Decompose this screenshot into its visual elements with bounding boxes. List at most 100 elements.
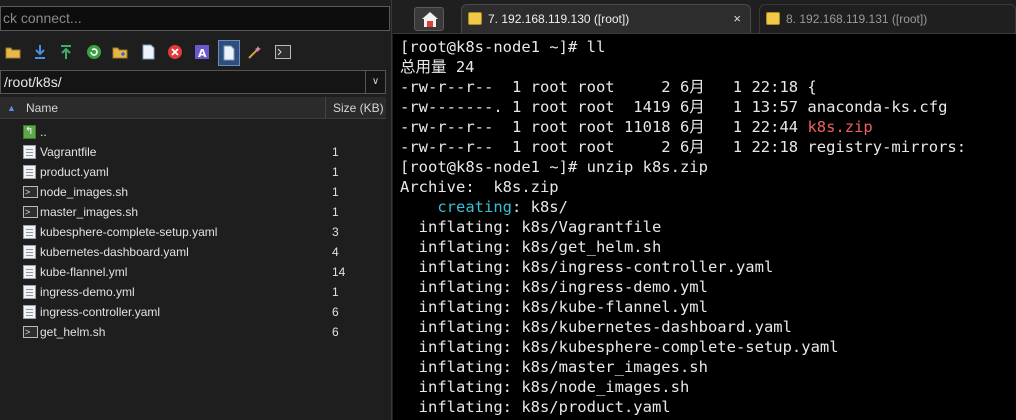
file-row[interactable]: ingress-demo.yml 1 bbox=[0, 282, 386, 302]
terminal-line: inflating: k8s/ingress-demo.yml bbox=[400, 277, 1016, 297]
terminal-line: inflating: k8s/master_images.sh bbox=[400, 357, 1016, 377]
terminal-line: -rw-------. 1 root root 1419 6月 1 13:57 … bbox=[400, 97, 1016, 117]
terminal-line: inflating: k8s/node_images.sh bbox=[400, 377, 1016, 397]
document-icon bbox=[23, 285, 36, 299]
file-list: ..Vagrantfile1product.yaml1node_images.s… bbox=[0, 122, 386, 342]
terminal-output[interactable]: [root@k8s-node1 ~]# ll 总用量 24 -rw-r--r-- 1… bbox=[400, 37, 1016, 420]
new-folder-icon[interactable] bbox=[111, 43, 129, 61]
terminal-line: inflating: k8s/Vagrantfile bbox=[400, 217, 1016, 237]
terminal-text: inflating: k8s/kubesphere-complete-setup… bbox=[400, 338, 839, 356]
terminal-icon[interactable] bbox=[274, 43, 292, 61]
document-icon bbox=[23, 245, 36, 259]
delete-icon[interactable] bbox=[166, 43, 184, 61]
terminal-text: inflating: k8s/product.yaml bbox=[400, 398, 671, 416]
terminal-line: creating: k8s/ bbox=[400, 197, 1016, 217]
terminal-line: inflating: k8s/kubernetes-dashboard.yaml bbox=[400, 317, 1016, 337]
document-icon bbox=[23, 265, 36, 279]
terminal-line: Archive: k8s.zip bbox=[400, 177, 1016, 197]
quick-connect-input[interactable]: ck connect... bbox=[0, 6, 390, 31]
document-icon bbox=[23, 145, 36, 159]
file-row[interactable]: get_helm.sh 6 bbox=[0, 322, 386, 342]
file-row[interactable]: .. bbox=[0, 122, 386, 142]
file-row[interactable]: master_images.sh 1 bbox=[0, 202, 386, 222]
terminal-text: Archive: k8s.zip bbox=[400, 178, 559, 196]
home-tab-button[interactable] bbox=[414, 7, 444, 31]
parent-folder-icon bbox=[23, 122, 36, 142]
file-name: .. bbox=[40, 125, 47, 139]
terminal-line: 总用量 24 bbox=[400, 57, 1016, 77]
magic-wand-icon[interactable] bbox=[246, 43, 264, 61]
script-file-icon bbox=[23, 202, 38, 222]
terminal-text: inflating: k8s/ingress-controller.yaml bbox=[400, 258, 774, 276]
terminal-text: -rw-------. 1 root root 1419 6月 1 13:57 … bbox=[400, 98, 948, 116]
file-name: product.yaml bbox=[40, 165, 109, 179]
terminal-text: [root@k8s-node1 ~]# ll bbox=[400, 38, 606, 56]
file-size: 1 bbox=[332, 145, 339, 159]
document-icon bbox=[23, 165, 36, 179]
file-name: node_images.sh bbox=[40, 185, 129, 199]
file-size: 1 bbox=[332, 185, 339, 199]
tab-session-7-label: 7. 192.168.119.130 ([root]) bbox=[488, 12, 630, 26]
file-row[interactable]: kube-flannel.yml 14 bbox=[0, 262, 386, 282]
file-size: 4 bbox=[332, 245, 339, 259]
file-row[interactable]: ingress-controller.yaml 6 bbox=[0, 302, 386, 322]
terminal-text: inflating: k8s/node_images.sh bbox=[400, 378, 690, 396]
terminal-line: inflating: k8s/product.yaml bbox=[400, 397, 1016, 417]
column-header-name[interactable]: ▲ Name bbox=[0, 97, 326, 119]
terminal-line: inflating: k8s/get_helm.sh bbox=[400, 237, 1016, 257]
file-row[interactable]: product.yaml 1 bbox=[0, 162, 386, 182]
path-text: /root/k8s/ bbox=[4, 74, 62, 90]
folder-icon[interactable] bbox=[4, 43, 22, 61]
script-file-icon bbox=[23, 322, 38, 342]
terminal-text: -rw-r--r-- 1 root root 2 6月 1 22:18 { bbox=[400, 78, 817, 96]
terminal-pane: 7. 192.168.119.130 ([root]) × 8. 192.168… bbox=[393, 0, 1016, 420]
file-size: 6 bbox=[332, 305, 339, 319]
file-row[interactable]: node_images.sh 1 bbox=[0, 182, 386, 202]
home-icon bbox=[422, 12, 438, 27]
document-icon bbox=[23, 305, 36, 319]
file-name: ingress-demo.yml bbox=[40, 285, 135, 299]
chevron-down-icon[interactable]: ∨ bbox=[365, 71, 385, 93]
upload-icon[interactable] bbox=[57, 43, 75, 61]
download-icon[interactable] bbox=[31, 43, 49, 61]
file-toolbar: A bbox=[0, 38, 392, 68]
column-header-size[interactable]: Size (KB) bbox=[333, 97, 384, 119]
terminal-line: [root@k8s-node1 ~]# ll bbox=[400, 37, 1016, 57]
file-name: kubesphere-complete-setup.yaml bbox=[40, 225, 218, 239]
terminal-text: -rw-r--r-- 1 root root 2 6月 1 22:18 regi… bbox=[400, 138, 967, 156]
file-name: get_helm.sh bbox=[40, 325, 106, 339]
rename-icon[interactable]: A bbox=[193, 43, 211, 61]
terminal-text: -rw-r--r-- 1 root root 11018 6月 1 22:44 bbox=[400, 118, 808, 136]
sort-ascending-icon: ▲ bbox=[7, 103, 16, 113]
terminal-text: inflating: k8s/get_helm.sh bbox=[400, 238, 662, 256]
tab-session-8[interactable]: 8. 192.168.119.131 ([root]) bbox=[759, 4, 1016, 33]
file-name: kube-flannel.yml bbox=[40, 265, 128, 279]
close-icon[interactable]: × bbox=[733, 5, 741, 33]
file-row[interactable]: Vagrantfile 1 bbox=[0, 142, 386, 162]
terminal-line: inflating: k8s/kube-flannel.yml bbox=[400, 297, 1016, 317]
properties-icon[interactable] bbox=[218, 40, 240, 66]
new-file-icon[interactable] bbox=[139, 43, 157, 61]
svg-text:A: A bbox=[198, 47, 207, 60]
file-size: 6 bbox=[332, 325, 339, 339]
file-name: ingress-controller.yaml bbox=[40, 305, 161, 319]
file-name: kubernetes-dashboard.yaml bbox=[40, 245, 189, 259]
terminal-text: inflating: k8s/Vagrantfile bbox=[400, 218, 662, 236]
tab-session-8-label: 8. 192.168.119.131 ([root]) bbox=[786, 12, 928, 26]
file-name: master_images.sh bbox=[40, 205, 139, 219]
refresh-icon[interactable] bbox=[85, 43, 103, 61]
terminal-text: inflating: k8s/ingress-demo.yml bbox=[400, 278, 708, 296]
tab-session-7[interactable]: 7. 192.168.119.130 ([root]) × bbox=[461, 4, 751, 33]
file-row[interactable]: kubesphere-complete-setup.yaml 3 bbox=[0, 222, 386, 242]
terminal-text: 总用量 24 bbox=[400, 58, 475, 76]
path-dropdown[interactable]: /root/k8s/ ∨ bbox=[0, 70, 386, 94]
terminal-line: [root@k8s-node1 ~]# unzip k8s.zip bbox=[400, 157, 1016, 177]
terminal-text: [root@k8s-node1 ~]# unzip k8s.zip bbox=[400, 158, 708, 176]
file-row[interactable]: kubernetes-dashboard.yaml 4 bbox=[0, 242, 386, 262]
file-size: 1 bbox=[332, 205, 339, 219]
column-header-name-label: Name bbox=[26, 101, 59, 115]
file-name: Vagrantfile bbox=[40, 145, 97, 159]
tab-bar: 7. 192.168.119.130 ([root]) × 8. 192.168… bbox=[393, 0, 1016, 34]
script-file-icon bbox=[23, 182, 38, 202]
